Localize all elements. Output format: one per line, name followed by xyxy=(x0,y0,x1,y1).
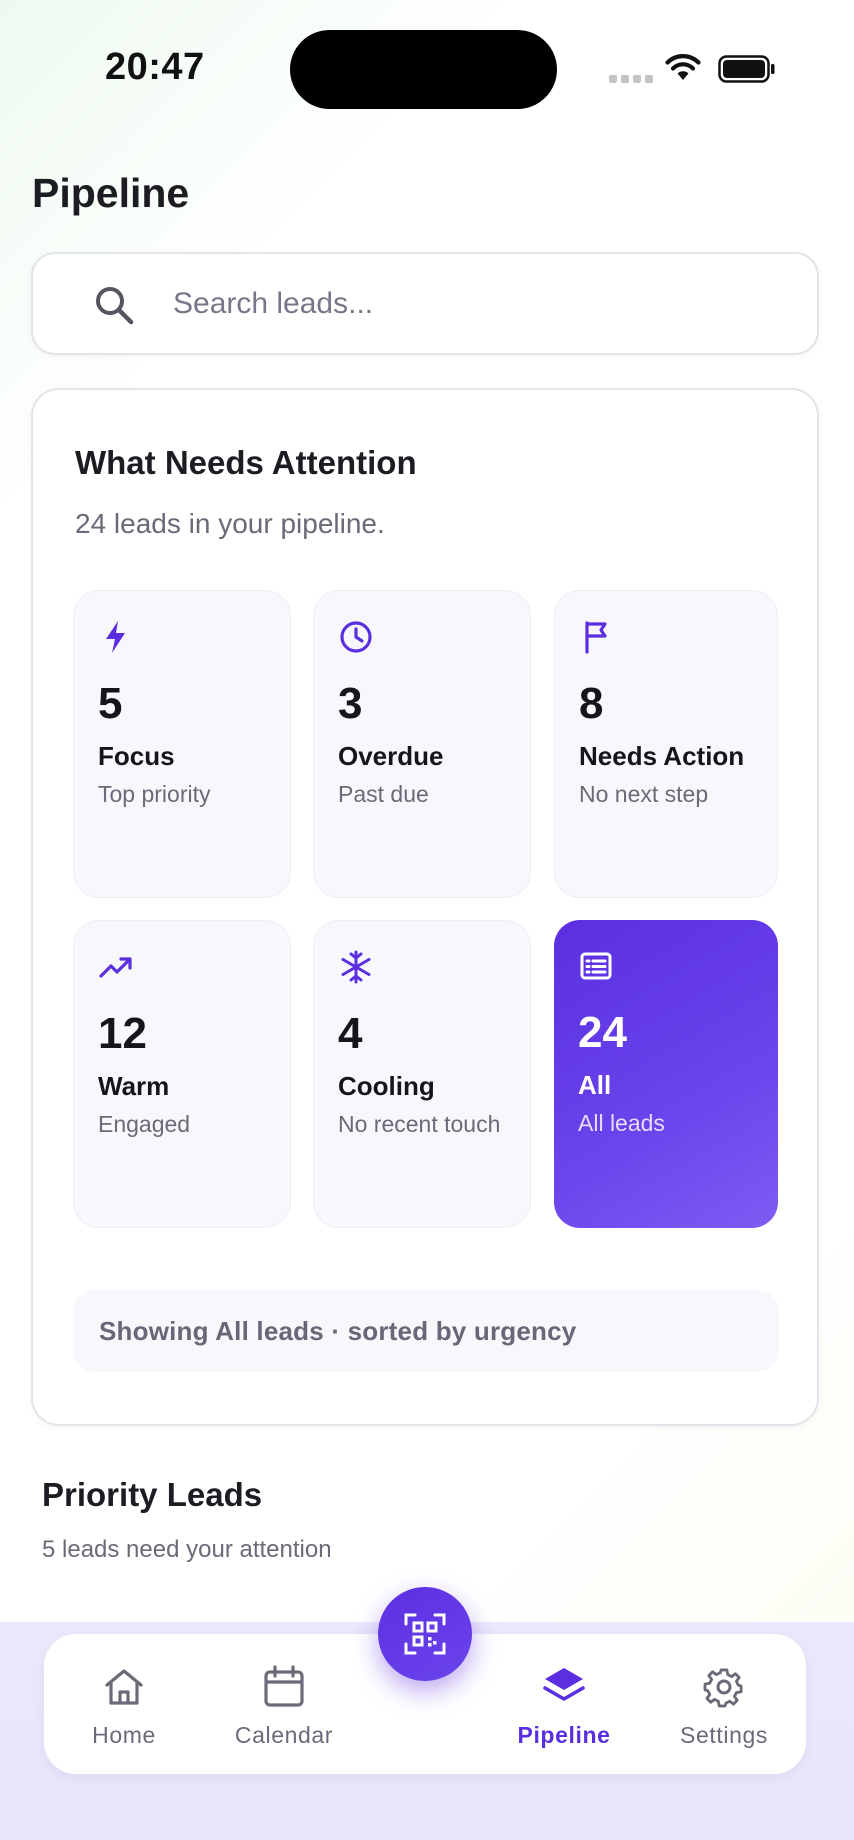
attention-card: What Needs Attention 24 leads in your pi… xyxy=(31,388,819,1426)
sort-status: Showing All leads · sorted by urgency xyxy=(73,1290,779,1372)
filter-tile-needs-action[interactable]: 8 Needs Action No next step xyxy=(554,590,778,898)
tile-count: 3 xyxy=(338,679,363,728)
status-time: 20:47 xyxy=(105,46,205,88)
dynamic-island xyxy=(290,30,557,109)
filter-tile-focus[interactable]: 5 Focus Top priority xyxy=(73,590,291,898)
flag-icon xyxy=(585,621,607,654)
filter-tile-all[interactable]: 24 All All leads xyxy=(554,920,778,1228)
snowflake-icon xyxy=(341,950,371,984)
search-bar[interactable] xyxy=(31,252,819,355)
tile-label: Focus xyxy=(98,741,175,771)
tab-label: Home xyxy=(92,1722,156,1748)
section-title-priority-leads: Priority Leads xyxy=(42,1476,263,1513)
gear-icon xyxy=(703,1668,743,1708)
tab-settings[interactable]: Settings xyxy=(654,1634,794,1774)
tile-count: 4 xyxy=(338,1009,363,1058)
battery-icon xyxy=(718,55,775,83)
tile-label: Warm xyxy=(98,1071,170,1101)
tile-count: 24 xyxy=(578,1008,627,1057)
attention-title: What Needs Attention xyxy=(75,444,417,481)
tile-description: No next step xyxy=(579,781,709,807)
page-title: Pipeline xyxy=(32,170,190,216)
clock-icon xyxy=(340,621,372,653)
tab-label: Pipeline xyxy=(517,1722,611,1748)
qr-scan-icon xyxy=(404,1613,446,1655)
tab-label: Calendar xyxy=(234,1722,334,1748)
tile-description: Engaged xyxy=(98,1111,191,1137)
filter-tile-overdue[interactable]: 3 Overdue Past due xyxy=(313,590,531,898)
wifi-icon xyxy=(665,54,701,80)
bolt-icon xyxy=(106,621,125,653)
cellular-signal-icon xyxy=(609,75,653,83)
layers-icon xyxy=(543,1668,585,1701)
list-icon xyxy=(580,952,612,980)
tile-label: All xyxy=(578,1070,612,1100)
attention-subtitle: 24 leads in your pipeline. xyxy=(75,508,385,539)
tile-description: Top priority xyxy=(98,781,211,807)
scan-fab-button[interactable] xyxy=(378,1587,472,1681)
tab-calendar[interactable]: Calendar xyxy=(214,1634,354,1774)
section-subtitle-priority-leads: 5 leads need your attention xyxy=(42,1536,332,1563)
tile-description: Past due xyxy=(338,781,429,807)
search-input[interactable] xyxy=(173,274,793,334)
trending-up-icon xyxy=(99,957,132,978)
tile-label: Needs Action xyxy=(579,741,745,771)
tile-count: 5 xyxy=(98,679,123,728)
tile-description: No recent touch xyxy=(338,1111,501,1137)
status-bar: 20:47 xyxy=(0,0,854,140)
search-icon xyxy=(96,287,134,325)
filter-tile-warm[interactable]: 12 Warm Engaged xyxy=(73,920,291,1228)
tile-count: 12 xyxy=(98,1009,147,1058)
tile-description: All leads xyxy=(578,1110,665,1136)
filter-tile-cooling[interactable]: 4 Cooling No recent touch xyxy=(313,920,531,1228)
tab-home[interactable]: Home xyxy=(54,1634,194,1774)
home-icon xyxy=(105,1669,143,1705)
tile-count: 8 xyxy=(579,679,604,728)
calendar-icon xyxy=(264,1665,304,1707)
tab-pipeline[interactable]: Pipeline xyxy=(494,1634,634,1774)
tile-label: Overdue xyxy=(338,741,444,771)
tile-label: Cooling xyxy=(338,1071,435,1101)
tab-label: Settings xyxy=(680,1722,768,1748)
